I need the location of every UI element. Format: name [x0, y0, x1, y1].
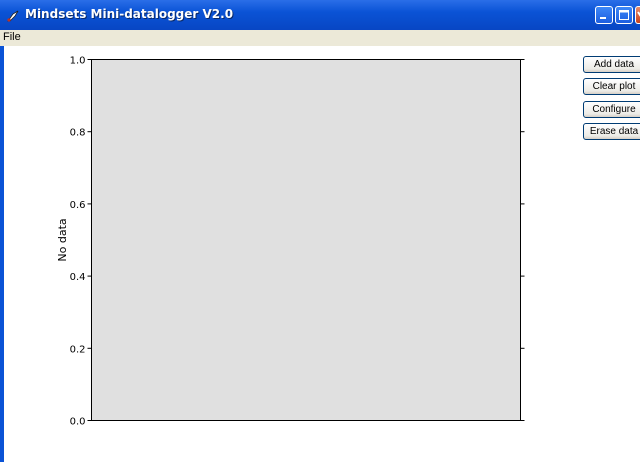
- window-title: Mindsets Mini-datalogger V2.0: [25, 7, 234, 21]
- menu-bar: File: [0, 30, 640, 46]
- close-button[interactable]: [635, 6, 640, 24]
- plot-chart: No data 0.0 0.2 0.4 0.6 0.8 1.0: [56, 56, 525, 428]
- minimize-icon: [600, 17, 606, 19]
- y-tick-label: 0.8: [70, 128, 86, 139]
- app-icon: [7, 10, 19, 22]
- client-area: No data 0.0 0.2 0.4 0.6 0.8 1.0 Add data Clea…: [0, 46, 640, 462]
- plot-area: [91, 59, 521, 421]
- app-window: Mindsets Mini-datalogger V2.0 File No da…: [0, 0, 640, 462]
- y-tick-label: 1.0: [70, 56, 86, 67]
- y-tick-label: 0.0: [70, 417, 86, 428]
- y-tick-label: 0.6: [70, 200, 86, 211]
- maximize-button[interactable]: [615, 6, 633, 24]
- add-data-button[interactable]: Add data: [583, 56, 640, 73]
- title-bar[interactable]: Mindsets Mini-datalogger V2.0: [0, 0, 640, 30]
- close-icon: [637, 11, 640, 17]
- y-tick-label: 0.4: [70, 272, 86, 283]
- minimize-button[interactable]: [595, 6, 613, 24]
- configure-button[interactable]: Configure: [583, 101, 640, 118]
- erase-data-button[interactable]: Erase data: [583, 123, 640, 140]
- y-axis-label: No data: [56, 218, 69, 261]
- clear-plot-button[interactable]: Clear plot: [583, 78, 640, 95]
- y-tick-label: 0.2: [70, 344, 86, 355]
- maximize-icon: [619, 10, 629, 20]
- menu-file[interactable]: File: [3, 31, 21, 43]
